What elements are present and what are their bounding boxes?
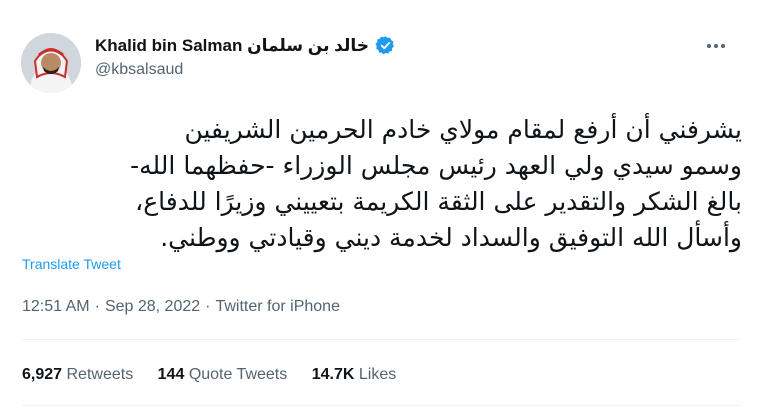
likes-stat[interactable]: 14.7K Likes [312,366,397,383]
retweets-count: 6,927 [22,366,63,383]
tweet-text-line: وأسأل الله التوفيق والسداد لخدمة ديني وق… [160,223,742,252]
likes-count: 14.7K [311,366,355,383]
tweet-text-line: وسمو سيدي ولي العهد رئيس مجلس الوزراء -ح… [130,151,742,180]
tweet-time[interactable]: 12:51 AM [22,298,90,315]
tweet-card: Khalid bin Salman خالد بن سلمان @kbsalsa… [0,0,763,412]
retweets-stat[interactable]: 6,927 Retweets [22,366,133,383]
translate-tweet-link[interactable]: Translate Tweet [22,256,121,272]
retweets-label: Retweets [66,366,134,383]
tweet-metadata: 12:51 AM · Sep 28, 2022 · Twitter for iPhone [22,298,340,316]
tweet-text-line: يشرفني أن أرفع لمقام مولاي خادم الحرمين … [184,115,742,144]
verified-badge-icon [375,35,396,56]
separator-dot: · [94,298,100,315]
quote-tweets-stat[interactable]: 144 Quote Tweets [158,366,288,383]
divider [22,405,742,406]
quote-tweets-count: 144 [157,366,185,383]
avatar[interactable] [21,33,81,93]
separator-dot: · [205,298,211,315]
author-display-name[interactable]: Khalid bin Salman خالد بن سلمان [95,36,369,56]
tweet-source[interactable]: Twitter for iPhone [215,298,340,315]
author-handle[interactable]: @kbsalsaud [95,61,183,79]
tweet-date[interactable]: Sep 28, 2022 [105,298,200,315]
likes-label: Likes [358,366,397,383]
tweet-stats: 6,927 Retweets 144 Quote Tweets 14.7K Li… [22,366,416,384]
tweet-text-line: بالغ الشكر والتقدير على الثقة الكريمة بت… [135,187,742,216]
tweet-text: يشرفني أن أرفع لمقام مولاي خادم الحرمين … [22,112,742,256]
divider [22,339,742,340]
more-options-icon[interactable] [704,36,728,56]
quote-tweets-label: Quote Tweets [188,366,288,383]
avatar-image [21,33,81,93]
author-name-row: Khalid bin Salman خالد بن سلمان [95,35,396,56]
